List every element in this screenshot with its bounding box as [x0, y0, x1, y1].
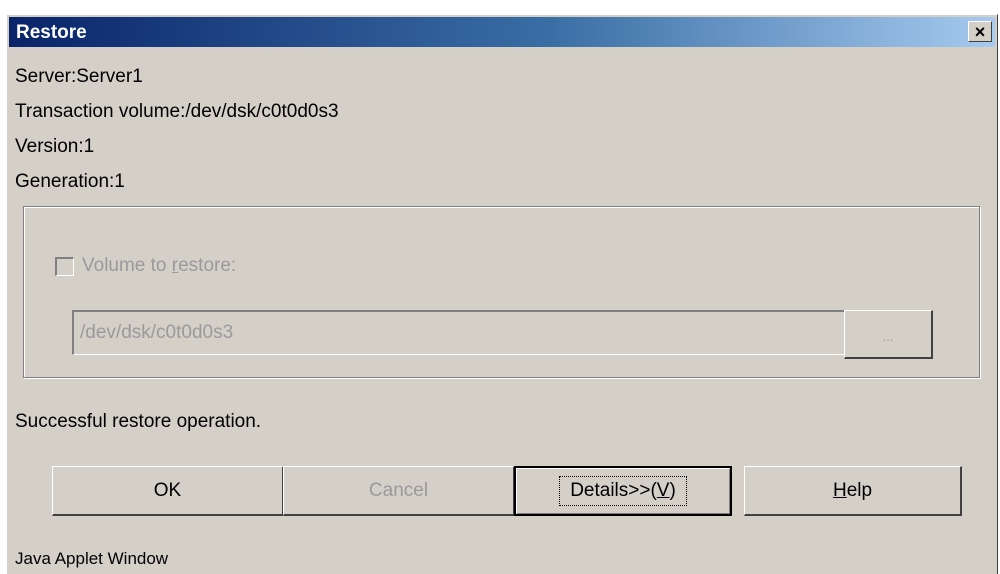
window-title: Restore: [16, 22, 87, 43]
details-label-suffix: ): [669, 480, 676, 501]
browse-button[interactable]: ...: [844, 310, 933, 359]
server-label: Server:Server1: [15, 66, 143, 87]
ok-button-label: OK: [153, 479, 182, 501]
details-focus-ring: Details>>(V): [559, 476, 687, 506]
close-icon: ×: [974, 21, 986, 42]
checkbox-label-suffix: estore:: [178, 255, 237, 276]
volume-to-restore-label[interactable]: Volume to restore:: [82, 255, 236, 277]
cancel-button-label: Cancel: [368, 479, 429, 501]
checkbox-label-prefix: Volume to: [82, 255, 172, 276]
ok-button[interactable]: OK: [52, 466, 284, 516]
details-button[interactable]: Details>>(V): [514, 466, 732, 516]
generation-label: Generation:1: [15, 171, 125, 192]
help-button[interactable]: Help: [744, 466, 962, 516]
volume-to-restore-checkbox[interactable]: [55, 257, 74, 276]
java-applet-window-label: Java Applet Window: [15, 549, 169, 568]
details-label-prefix: Details>>(: [570, 480, 657, 501]
transaction-volume-label: Transaction volume:/dev/dsk/c0t0d0s3: [15, 101, 339, 122]
close-button[interactable]: ×: [968, 21, 992, 42]
title-bar[interactable]: Restore ×: [9, 17, 995, 47]
cancel-button[interactable]: Cancel: [283, 466, 515, 516]
help-label-mnemonic: H: [832, 479, 847, 501]
version-label: Version:1: [15, 136, 95, 157]
restore-volume-path-input[interactable]: /dev/dsk/c0t0d0s3: [72, 310, 848, 355]
help-label-suffix: elp: [846, 479, 873, 501]
help-button-label: Help: [833, 480, 872, 502]
status-message: Successful restore operation.: [15, 411, 262, 432]
details-label-mnemonic: V: [656, 480, 670, 501]
